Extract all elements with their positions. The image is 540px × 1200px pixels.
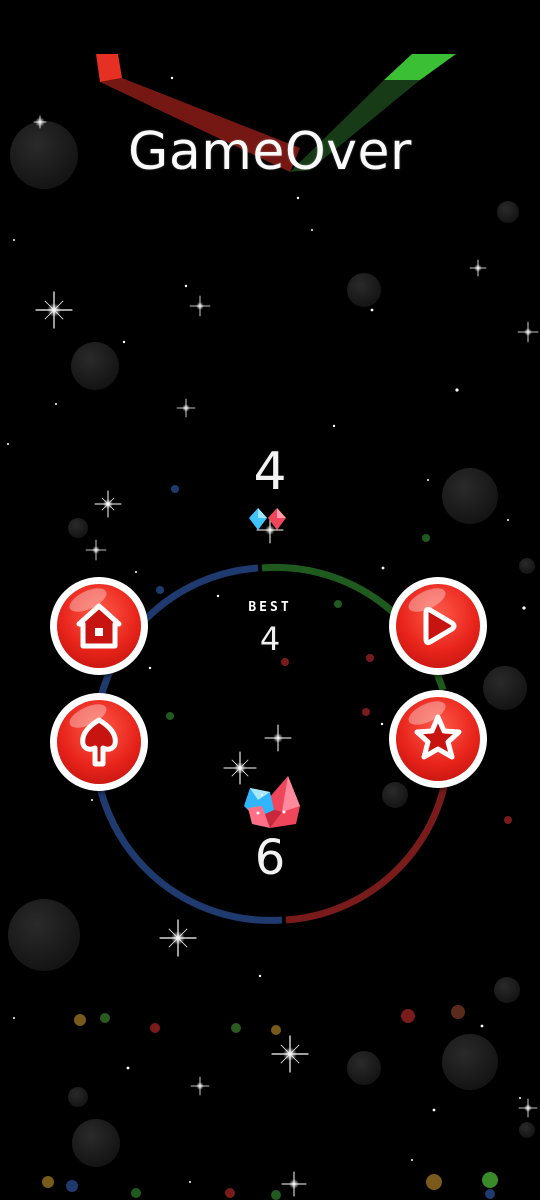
gem-cluster-icon bbox=[244, 776, 300, 828]
star-icon bbox=[414, 714, 462, 760]
rate-button[interactable] bbox=[389, 690, 487, 788]
play-button[interactable] bbox=[389, 577, 487, 675]
upgrade-arrow-icon bbox=[80, 717, 118, 767]
game-over-title: GameOver bbox=[128, 122, 412, 182]
home-icon bbox=[76, 603, 122, 649]
current-score: 4 bbox=[253, 442, 287, 502]
upgrade-button[interactable] bbox=[50, 693, 148, 791]
play-icon bbox=[423, 606, 457, 646]
home-button[interactable] bbox=[50, 577, 148, 675]
gem-count: 6 bbox=[254, 830, 286, 886]
